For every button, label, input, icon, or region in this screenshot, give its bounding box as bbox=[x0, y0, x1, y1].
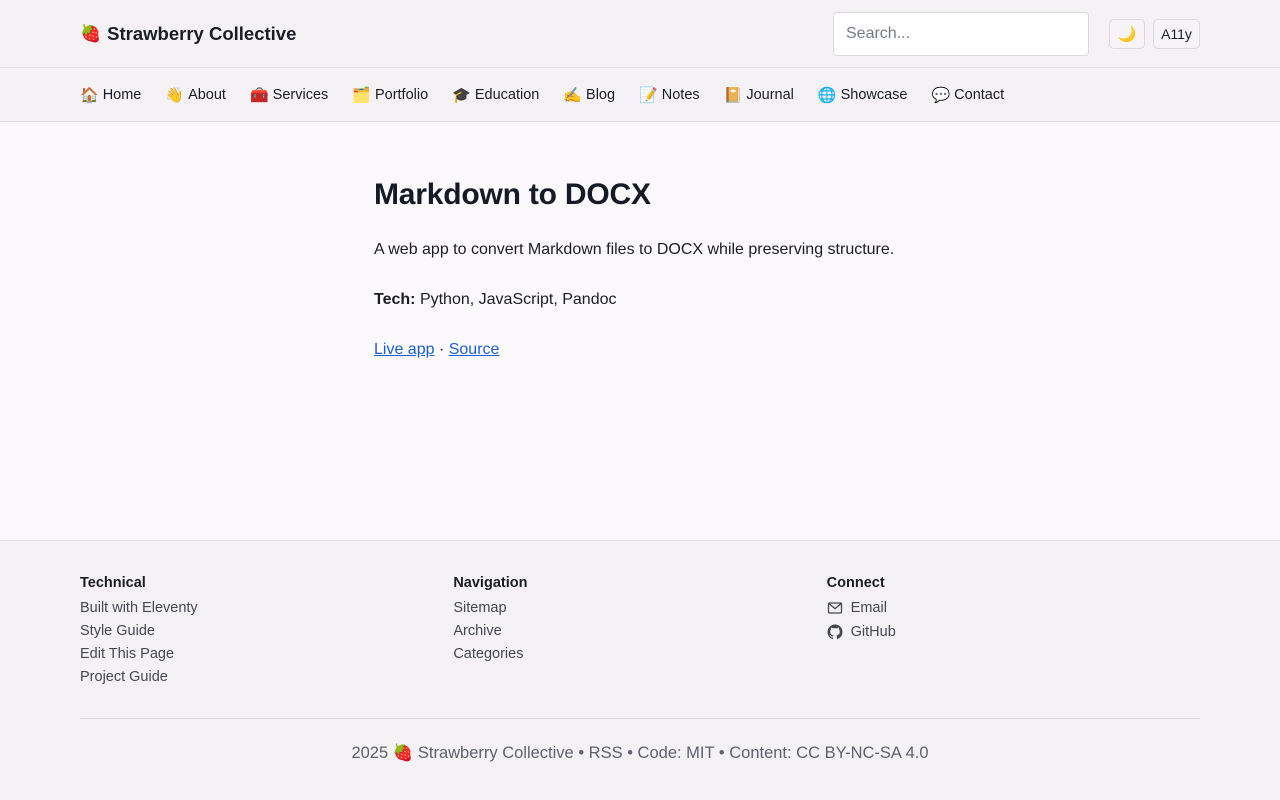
mail-icon bbox=[827, 602, 842, 614]
footer-divider bbox=[80, 718, 1200, 719]
link-separator: · bbox=[438, 341, 445, 358]
footer-heading-navigation: Navigation bbox=[453, 575, 528, 591]
nav-item-education[interactable]: 🎓 Education bbox=[452, 86, 539, 104]
footer-link-email[interactable]: Email bbox=[827, 600, 1200, 616]
github-label: GitHub bbox=[850, 624, 896, 640]
nav-label: Showcase bbox=[840, 86, 908, 103]
waving-hand-icon: 👋 bbox=[165, 86, 185, 104]
nav-label: Notes bbox=[661, 86, 700, 103]
moon-icon: 🌙 bbox=[1117, 25, 1137, 43]
nav-item-contact[interactable]: 💬 Contact bbox=[931, 86, 1004, 104]
footer-col-navigation: Navigation Sitemap Archive Categories bbox=[453, 575, 826, 692]
footer-link-edit-page[interactable]: Edit This Page bbox=[80, 646, 453, 662]
nav-label: Home bbox=[102, 86, 142, 103]
nav-item-services[interactable]: 🧰 Services bbox=[250, 86, 328, 104]
search-input[interactable] bbox=[833, 11, 1089, 56]
tech-label: Tech: bbox=[374, 291, 416, 308]
site-header: 🍓 Strawberry Collective 🌙 A11y bbox=[0, 0, 1280, 68]
a11y-button[interactable]: A11y bbox=[1153, 18, 1200, 49]
nav-label: Blog bbox=[586, 86, 616, 103]
footer-col-connect: Connect Email GitHub bbox=[827, 575, 1200, 692]
nav-item-blog[interactable]: ✍️ Blog bbox=[563, 86, 615, 104]
footer-link-categories[interactable]: Categories bbox=[453, 646, 826, 662]
nav-label: Education bbox=[474, 86, 540, 103]
nav-item-portfolio[interactable]: 🗂️ Portfolio bbox=[352, 86, 428, 104]
footer-link-eleventy[interactable]: Built with Eleventy bbox=[80, 600, 453, 616]
copyright-line: 2025 🍓 Strawberry Collective • RSS • Cod… bbox=[351, 744, 929, 762]
toolbox-icon: 🧰 bbox=[249, 86, 269, 104]
footer-heading-connect: Connect bbox=[826, 575, 885, 591]
house-icon: 🏠 bbox=[80, 86, 99, 104]
footer-columns: Technical Built with Eleventy Style Guid… bbox=[0, 541, 1280, 692]
main-nav: 🏠 Home 👋 About 🧰 Services 🗂️ Portfolio 🎓 Educ… bbox=[0, 68, 1280, 122]
github-icon bbox=[827, 624, 843, 640]
footer-link-sitemap[interactable]: Sitemap bbox=[453, 600, 826, 616]
nav-item-showcase[interactable]: 🌐 Showcase bbox=[818, 86, 908, 104]
folder-icon: 🗂️ bbox=[352, 86, 371, 104]
source-link[interactable]: Source bbox=[449, 341, 500, 358]
speech-bubble-icon: 💬 bbox=[931, 86, 951, 104]
project-links: Live app · Source bbox=[374, 338, 1280, 362]
nav-item-about[interactable]: 👋 About bbox=[165, 86, 226, 104]
footer-link-project-guide[interactable]: Project Guide bbox=[80, 669, 453, 685]
theme-toggle-button[interactable]: 🌙 bbox=[1109, 18, 1145, 49]
main-content: Markdown to DOCX A web app to convert Ma… bbox=[0, 122, 1280, 540]
notebook-icon: 📔 bbox=[723, 86, 743, 104]
live-app-link[interactable]: Live app bbox=[374, 341, 435, 358]
nav-label: Contact bbox=[954, 86, 1005, 103]
footer-link-style-guide[interactable]: Style Guide bbox=[80, 623, 453, 639]
footer-col-technical: Technical Built with Eleventy Style Guid… bbox=[80, 575, 453, 692]
footer-heading-technical: Technical bbox=[80, 575, 146, 591]
graduation-cap-icon: 🎓 bbox=[452, 86, 471, 104]
nav-label: Services bbox=[272, 86, 329, 103]
project-description: A web app to convert Markdown files to D… bbox=[374, 241, 895, 258]
tech-line: Tech: Python, JavaScript, Pandoc bbox=[374, 288, 1280, 312]
writing-hand-icon: ✍️ bbox=[563, 86, 583, 104]
nav-item-home[interactable]: 🏠 Home bbox=[80, 86, 141, 104]
footer-link-archive[interactable]: Archive bbox=[453, 623, 826, 639]
brand-link[interactable]: 🍓 Strawberry Collective bbox=[80, 23, 296, 45]
nav-item-notes[interactable]: 📝 Notes bbox=[639, 86, 700, 104]
memo-icon: 📝 bbox=[639, 86, 658, 104]
tech-value: Python, JavaScript, Pandoc bbox=[419, 291, 617, 308]
nav-label: Portfolio bbox=[374, 86, 429, 103]
globe-icon: 🌐 bbox=[817, 86, 837, 104]
strawberry-icon: 🍓 bbox=[80, 23, 102, 43]
site-footer: Technical Built with Eleventy Style Guid… bbox=[0, 540, 1280, 800]
nav-label: Journal bbox=[746, 86, 794, 103]
page-title: Markdown to DOCX bbox=[374, 178, 651, 211]
nav-label: About bbox=[188, 86, 226, 103]
email-label: Email bbox=[850, 600, 887, 616]
brand-name: Strawberry Collective bbox=[107, 22, 297, 44]
footer-link-github[interactable]: GitHub bbox=[827, 624, 1200, 640]
nav-item-journal[interactable]: 📔 Journal bbox=[724, 86, 794, 104]
